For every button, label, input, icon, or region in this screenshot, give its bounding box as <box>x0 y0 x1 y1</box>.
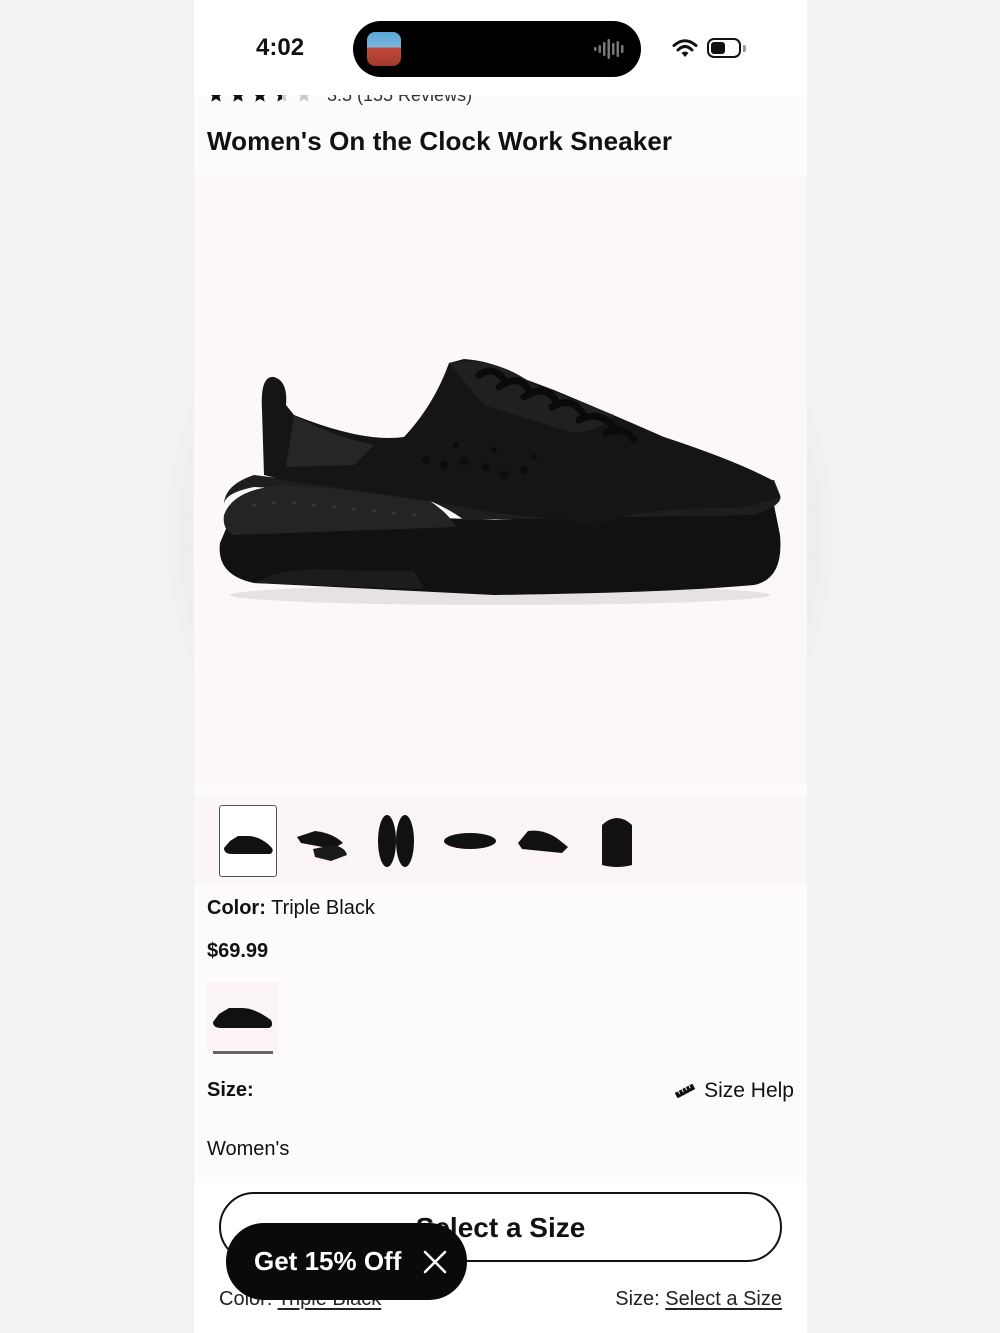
promo-label[interactable]: Get 15% Off <box>254 1246 401 1277</box>
product-image-main[interactable] <box>194 175 807 785</box>
close-icon[interactable] <box>423 1250 447 1274</box>
phone-screen: 4:02 3.5 (155 Re <box>194 0 807 1333</box>
size-help-text: Size Help <box>704 1079 794 1102</box>
dynamic-island[interactable] <box>353 21 641 77</box>
thumbnail-back-view[interactable] <box>588 805 646 877</box>
thumbnail-sole-view[interactable] <box>441 805 499 877</box>
thumbnail-strip <box>194 795 807 885</box>
color-value: Triple Black <box>271 897 375 919</box>
audio-waveform-icon <box>594 39 624 59</box>
status-bar: 4:02 <box>194 0 807 95</box>
size-help-link[interactable]: Size Help <box>674 1079 794 1103</box>
now-playing-artwork <box>367 32 401 66</box>
thumbnail-side-view[interactable] <box>219 805 277 877</box>
product-title: Women's On the Clock Work Sneaker <box>207 126 673 156</box>
sneaker-image <box>219 359 781 605</box>
wifi-icon <box>672 39 698 57</box>
discount-promo-pill[interactable]: Get 15% Off <box>226 1223 467 1300</box>
color-label: Color: <box>207 897 266 919</box>
product-price: $69.99 <box>207 940 269 962</box>
thumbnail-three-quarter[interactable] <box>514 805 572 877</box>
battery-icon <box>707 38 741 58</box>
thumbnail-pair-angled[interactable] <box>293 805 351 877</box>
ruler-icon <box>674 1084 696 1098</box>
swatch-selected-indicator <box>213 1051 273 1054</box>
footer-size: Size: Select a Size <box>615 1288 782 1310</box>
color-swatch-triple-black[interactable] <box>207 982 279 1054</box>
color-info: Color: Triple Black <box>207 897 375 920</box>
status-time: 4:02 <box>256 34 305 61</box>
size-label: Size: <box>207 1079 254 1101</box>
size-group-label: Women's <box>207 1138 290 1160</box>
thumbnail-top-view[interactable] <box>367 805 425 877</box>
footer-size-link[interactable]: Select a Size <box>665 1288 782 1310</box>
